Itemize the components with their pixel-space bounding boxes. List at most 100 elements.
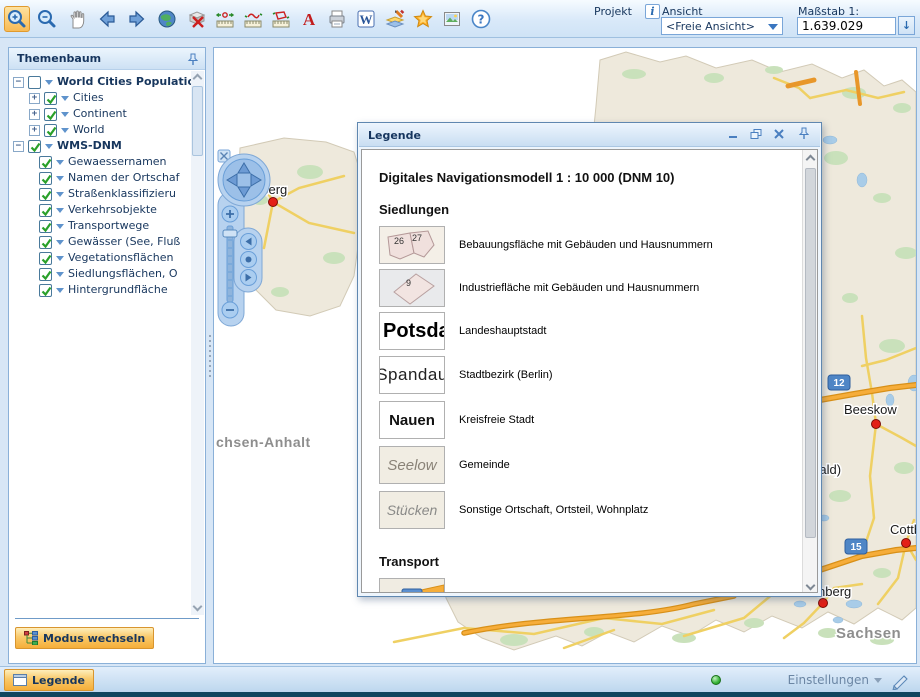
measure-area-button[interactable]: [268, 6, 294, 32]
chevron-down-icon[interactable]: [45, 144, 53, 149]
close-button[interactable]: [771, 127, 787, 143]
full-extent-button[interactable]: [154, 6, 180, 32]
tree-item-cities[interactable]: + Cities: [9, 90, 191, 106]
arrow-left-icon: [96, 8, 118, 30]
checkbox-checked[interactable]: [44, 108, 57, 121]
status-ok-icon: [711, 675, 721, 685]
tree-item-siedlungsflaechen[interactable]: Siedlungsflächen, O: [9, 266, 191, 282]
checkbox-checked[interactable]: [39, 220, 52, 233]
edit-layers-button[interactable]: [382, 6, 408, 32]
chevron-down-icon[interactable]: [56, 272, 64, 277]
settings-menu[interactable]: Einstellungen: [788, 673, 882, 687]
chevron-down-icon[interactable]: [61, 112, 69, 117]
chevron-down-icon[interactable]: [61, 96, 69, 101]
legend-toggle-button[interactable]: Legende: [4, 669, 94, 691]
word-icon: W: [355, 8, 377, 30]
globe-icon: [156, 8, 178, 30]
checkbox-checked[interactable]: [39, 284, 52, 297]
tree-item-gewaessernamen[interactable]: Gewaessernamen: [9, 154, 191, 170]
collapse-icon[interactable]: −: [13, 77, 24, 88]
checkbox-checked[interactable]: [39, 204, 52, 217]
expand-icon[interactable]: +: [29, 109, 40, 120]
favorites-button[interactable]: [410, 6, 436, 32]
scroll-up-icon[interactable]: [806, 155, 816, 165]
chevron-down-icon[interactable]: [56, 224, 64, 229]
label-button[interactable]: A: [296, 6, 322, 32]
zoom-in-button[interactable]: [4, 6, 30, 32]
checkbox-checked[interactable]: [39, 236, 52, 249]
zoom-out-button[interactable]: [34, 6, 60, 32]
scrollbar-thumb[interactable]: [805, 168, 816, 538]
pin-icon: [798, 127, 810, 140]
tree-item-continent[interactable]: + Continent: [9, 106, 191, 122]
zoom-slider-handle[interactable]: [223, 230, 237, 237]
checkbox-checked[interactable]: [39, 268, 52, 281]
legend-scrollbar[interactable]: [802, 150, 817, 592]
chevron-down-icon[interactable]: [56, 288, 64, 293]
sidebar-scrollbar[interactable]: [191, 71, 204, 615]
back-button[interactable]: [94, 6, 120, 32]
print-button[interactable]: [324, 6, 350, 32]
scale-input[interactable]: [797, 17, 896, 35]
measure-point-button[interactable]: [212, 6, 238, 32]
map-label-beeskow: Beeskow: [844, 402, 897, 417]
minimize-button[interactable]: [725, 127, 741, 143]
measure-line-button[interactable]: [240, 6, 266, 32]
legend-dialog-title: Legende: [368, 129, 421, 142]
clear-selection-button[interactable]: [184, 6, 210, 32]
window-bottom-edge: [0, 692, 920, 697]
collapse-icon[interactable]: −: [13, 141, 24, 152]
checkbox-checked[interactable]: [28, 140, 41, 153]
mode-switch-button[interactable]: Modus wechseln: [15, 627, 154, 649]
chevron-down-icon[interactable]: [56, 256, 64, 261]
chevron-down-icon[interactable]: [56, 240, 64, 245]
tree-item-ortschaften[interactable]: Namen der Ortschaf: [9, 170, 191, 186]
help-button[interactable]: ?: [468, 6, 494, 32]
tree-item-world[interactable]: + World: [9, 122, 191, 138]
scroll-down-icon[interactable]: [191, 602, 204, 615]
legend-heading: Digitales Navigationsmodell 1 : 10 000 (…: [379, 170, 674, 185]
checkbox-checked[interactable]: [44, 92, 57, 105]
tree-item-verkehrsobjekte[interactable]: Verkehrsobjekte: [9, 202, 191, 218]
restore-button[interactable]: [748, 127, 764, 143]
chevron-down-icon[interactable]: [45, 80, 53, 85]
chevron-down-icon[interactable]: [56, 192, 64, 197]
scroll-down-icon[interactable]: [806, 581, 816, 591]
shield-a12: 12: [833, 378, 845, 389]
chevron-down-icon[interactable]: [56, 208, 64, 213]
pin-icon[interactable]: [187, 53, 199, 66]
tree-item-gewaesser[interactable]: Gewässer (See, Fluß: [9, 234, 191, 250]
view-select[interactable]: <Freie Ansicht>: [661, 17, 783, 35]
expand-icon[interactable]: +: [29, 93, 40, 104]
measure-point-icon: [214, 8, 236, 30]
word-export-button[interactable]: W: [353, 6, 379, 32]
label-a-icon: A: [298, 8, 320, 30]
forward-button[interactable]: [124, 6, 150, 32]
project-info-button[interactable]: i: [645, 4, 660, 19]
chevron-down-icon[interactable]: [61, 128, 69, 133]
pan-button[interactable]: [64, 6, 90, 32]
checkbox-unchecked[interactable]: [28, 76, 41, 89]
tree-item-world-cities[interactable]: − World Cities Population: [9, 74, 191, 90]
tree-item-hintergrundflaeche[interactable]: Hintergrundfläche: [9, 282, 191, 298]
pin-button[interactable]: [796, 127, 812, 143]
edit-pencil-icon[interactable]: [890, 670, 912, 690]
tree-item-transportwege[interactable]: Transportwege: [9, 218, 191, 234]
checkbox-checked[interactable]: [39, 156, 52, 169]
legend-dialog[interactable]: Legende Digitales Navigationsmodell 1 : …: [357, 122, 822, 597]
scale-apply-button[interactable]: ↓: [898, 16, 915, 35]
projekt-label: Projekt: [594, 5, 632, 18]
chevron-down-icon[interactable]: [56, 176, 64, 181]
checkbox-checked[interactable]: [39, 252, 52, 265]
checkbox-checked[interactable]: [39, 188, 52, 201]
chevron-down-icon[interactable]: [56, 160, 64, 165]
checkbox-checked[interactable]: [39, 172, 52, 185]
scroll-up-icon[interactable]: [191, 71, 204, 84]
tree-item-vegetationsflaechen[interactable]: Vegetationsflächen: [9, 250, 191, 266]
tree-item-wms-dnm[interactable]: − WMS-DNM: [9, 138, 191, 154]
image-export-button[interactable]: [439, 6, 465, 32]
scrollbar-thumb[interactable]: [192, 86, 203, 156]
tree-item-strassenklassifizierung[interactable]: Straßenklassifizieru: [9, 186, 191, 202]
checkbox-checked[interactable]: [44, 124, 57, 137]
expand-icon[interactable]: +: [29, 125, 40, 136]
